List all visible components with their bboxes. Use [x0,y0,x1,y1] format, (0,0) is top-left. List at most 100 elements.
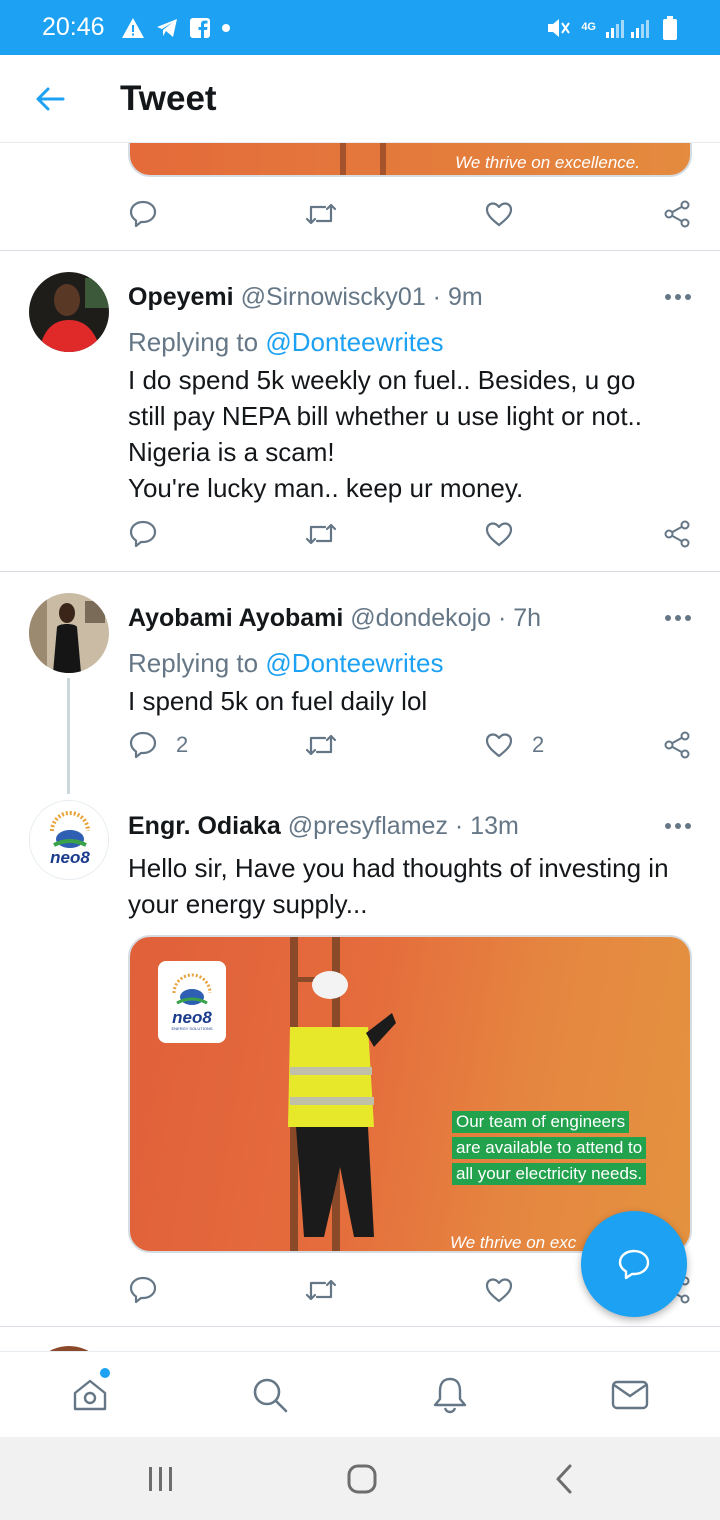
author-handle[interactable]: @Sirnowiscky01 [241,283,426,311]
more-icon[interactable] [662,608,694,628]
share-icon [664,731,690,759]
thread-line [67,678,70,794]
media-ladder [340,143,400,175]
replying-prefix: Replying to [128,327,259,357]
retweet-icon [305,1279,337,1301]
media-caption: Our team of engineers [452,1111,630,1133]
reply-button[interactable] [128,1270,158,1310]
reply-icon [129,1276,157,1304]
tweet-time: · 7h [498,604,542,632]
tweet-author: Ayobami Ayobami @dondekojo · 7h [128,604,541,633]
tweet[interactable]: Opeyemi @Sirnowiscky01 · 9m Replying to … [0,251,720,571]
tweet-text-line: You're lucky man.. keep ur money. [128,473,524,503]
avatar[interactable] [29,272,109,352]
avatar-photo [29,593,109,673]
home-icon [73,1379,107,1411]
retweet-button[interactable] [304,514,338,554]
tweet-text-line: Nigeria is a scam! [128,437,335,467]
author-handle[interactable]: @presyflamez [288,812,448,840]
retweet-button[interactable] [304,194,338,234]
avatar[interactable] [29,593,109,673]
divider [0,1326,720,1327]
nav-notifications[interactable] [405,1352,495,1438]
engineer-illustration [288,937,396,1251]
tweet-media[interactable]: neo8 ENERGY SOLUTIONS Our team of engine… [128,935,692,1253]
like-button[interactable] [484,1270,514,1310]
replying-to-handle[interactable]: @Donteewrites [265,648,443,678]
share-button[interactable] [662,194,692,234]
nav-home[interactable] [45,1352,135,1438]
page-title: Tweet [120,78,217,118]
replying-prefix: Replying to [128,648,259,678]
avatar[interactable]: neo8 [29,800,109,880]
reply-button[interactable] [128,514,158,554]
media-tagline: We thrive on excellence. [455,153,640,172]
share-button[interactable] [662,514,692,554]
back-button[interactable] [0,55,100,143]
share-button[interactable] [662,725,692,765]
reply-icon [129,520,157,548]
author-name[interactable]: Opeyemi [128,283,234,311]
network-type: 4G [581,21,596,33]
reply-icon [129,200,157,228]
logo-text: neo8 [172,1008,212,1027]
tweet-actions: 2 2 [128,725,692,765]
author-handle[interactable]: @dondekojo [350,604,491,632]
reply-button[interactable]: 2 [128,725,188,765]
heart-icon [485,1278,513,1303]
back-system-button[interactable] [514,1437,614,1520]
dot-icon [221,23,230,32]
share-icon [664,200,690,228]
like-button[interactable]: 2 [484,725,544,765]
tweet-text: I do spend 5k weekly on fuel.. Besides, … [128,362,698,506]
tweet-text-line: I spend 5k on fuel daily lol [128,686,428,716]
arrow-left-icon [36,87,65,110]
battery-icon [663,15,677,40]
recent-apps-button[interactable] [111,1437,211,1520]
tweet-actions [128,194,692,234]
alert-icon [121,17,144,38]
facebook-icon [189,17,210,38]
neo8-logo: neo8 ENERGY SOLUTIONS [158,961,226,1043]
more-icon[interactable] [662,816,694,836]
logo-subtext: ENERGY SOLUTIONS [171,1026,213,1031]
author-name[interactable]: Ayobami Ayobami [128,604,343,632]
media-tagline: We thrive on exc [450,1233,577,1252]
compose-reply-button[interactable] [581,1211,687,1317]
tweet-author: Engr. Odiaka @presyflamez · 13m [128,812,519,841]
home-system-button[interactable] [312,1437,412,1520]
reply-button[interactable] [128,194,158,234]
svg-text:neo8: neo8 [50,848,90,867]
telegram-icon [156,18,177,37]
author-name[interactable]: Engr. Odiaka [128,812,281,840]
share-icon [664,520,690,548]
media-caption: are available to attend to [452,1137,647,1159]
heart-icon [485,522,513,547]
retweet-button[interactable] [304,725,338,765]
tweet-text-line: I do spend 5k weekly on fuel.. Besides, … [128,365,636,395]
replying-to-handle[interactable]: @Donteewrites [265,327,443,357]
like-button[interactable] [484,514,514,554]
tweet-time: · 13m [454,812,519,840]
like-count: 2 [532,732,545,757]
app-header: Tweet [0,55,720,143]
system-navigation [0,1437,720,1520]
signal-icon [606,19,649,38]
like-button[interactable] [484,194,514,234]
sun-globe-icon [172,973,212,1005]
retweet-icon [305,734,337,756]
bottom-navigation [0,1351,720,1437]
more-icon[interactable] [662,287,694,307]
avatar-photo [29,272,109,352]
reply-bubble-icon [618,1249,650,1280]
tweet-text-line: Hello sir, Have you had thoughts of inve… [128,853,669,883]
tweet-feed[interactable]: We thrive on excellence. Opeyemi @Sirnow… [0,143,720,1351]
nav-search[interactable] [225,1352,315,1438]
retweet-button[interactable] [304,1270,338,1310]
tweet-author: Opeyemi @Sirnowiscky01 · 9m [128,283,483,312]
previous-tweet-media[interactable]: We thrive on excellence. [128,143,692,177]
home-button-icon [347,1464,377,1493]
tweet-text-line: still pay NEPA bill whether u use light … [128,401,642,431]
status-time: 20:46 [42,13,105,41]
nav-messages[interactable] [585,1352,675,1438]
